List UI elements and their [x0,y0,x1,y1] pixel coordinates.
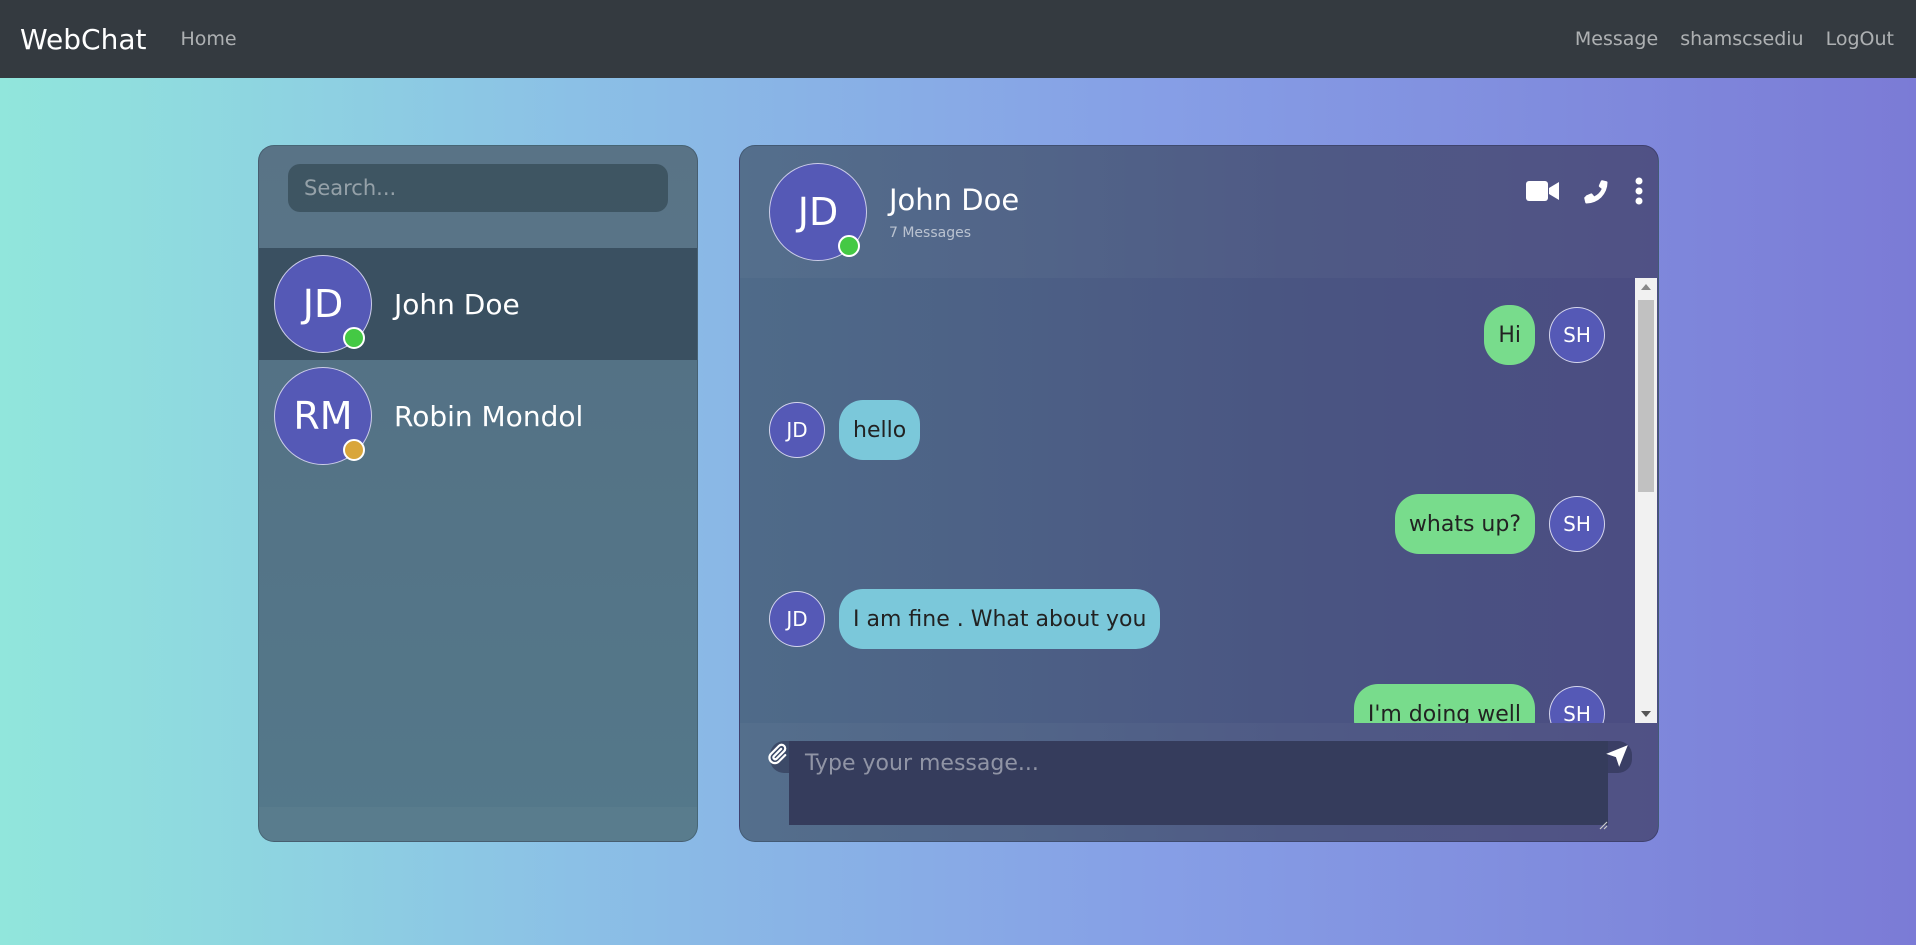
sender-avatar: SH [1549,496,1605,552]
chat-panel: JD John Doe 7 Messages Hi SH JD hello wh… [739,145,1659,842]
avatar-initials: JD [302,282,344,326]
message-row-incoming: JD I am fine . What about you [769,589,1161,649]
top-navbar: WebChat Home Message shamscsediu LogOut [0,0,1916,78]
scroll-down-icon[interactable] [1635,705,1657,723]
chat-avatar: JD [769,163,867,261]
nav-logout-link[interactable]: LogOut [1826,28,1894,50]
contact-item-robin-mondol[interactable]: RM Robin Mondol [259,360,697,472]
message-composer [740,723,1658,841]
message-row-outgoing: whats up? SH [1394,494,1605,554]
scroll-up-icon[interactable] [1635,278,1657,296]
message-count: 7 Messages [889,225,972,241]
chat-actions [1526,176,1644,206]
nav-right-group: Message shamscsediu LogOut [1575,28,1894,50]
video-camera-icon[interactable] [1526,179,1560,203]
nav-home-link[interactable]: Home [180,28,236,50]
message-bubble: I am fine . What about you [839,589,1161,649]
phone-icon[interactable] [1582,176,1612,206]
avatar-initials: JD [797,190,839,234]
chat-contact-name: John Doe [889,183,1020,217]
message-bubble: whats up? [1394,494,1535,554]
avatar: RM [274,367,372,465]
more-vertical-icon[interactable] [1634,176,1644,206]
paperclip-icon[interactable] [766,743,788,769]
message-bubble: Hi [1484,305,1535,365]
search-input[interactable] [288,164,668,212]
online-status-indicator [838,235,860,257]
online-status-indicator [343,327,365,349]
away-status-indicator [343,439,365,461]
contact-name: John Doe [394,287,520,321]
sender-avatar: SH [1549,686,1605,723]
brand-logo[interactable]: WebChat [20,23,146,56]
message-row-outgoing: I'm doing well SH [1353,684,1605,723]
send-icon[interactable] [1604,743,1630,773]
sender-avatar: JD [769,402,825,458]
search-section [259,146,697,248]
contacts-footer [259,807,697,841]
message-input[interactable] [789,741,1608,825]
message-scrollbar[interactable] [1635,278,1657,723]
message-row-outgoing: Hi SH [1484,305,1605,365]
contacts-panel: JD John Doe RM Robin Mondol [258,145,698,842]
sender-avatar: JD [769,591,825,647]
message-list[interactable]: Hi SH JD hello whats up? SH JD I am fine… [740,278,1630,723]
sender-avatar: SH [1549,307,1605,363]
nav-message-link[interactable]: Message [1575,28,1658,50]
message-bubble: I'm doing well [1353,684,1535,723]
contact-item-john-doe[interactable]: JD John Doe [259,248,697,360]
message-bubble: hello [839,400,921,460]
nav-username-link[interactable]: shamscsediu [1680,28,1803,50]
avatar-initials: RM [293,394,353,438]
message-row-incoming: JD hello [769,400,921,460]
chat-title: John Doe 7 Messages [889,183,1019,241]
resize-grip-icon[interactable] [1598,815,1608,834]
avatar: JD [274,255,372,353]
chat-header: JD John Doe 7 Messages [740,146,1658,278]
contact-name: Robin Mondol [394,399,584,433]
scrollbar-thumb[interactable] [1638,300,1654,492]
